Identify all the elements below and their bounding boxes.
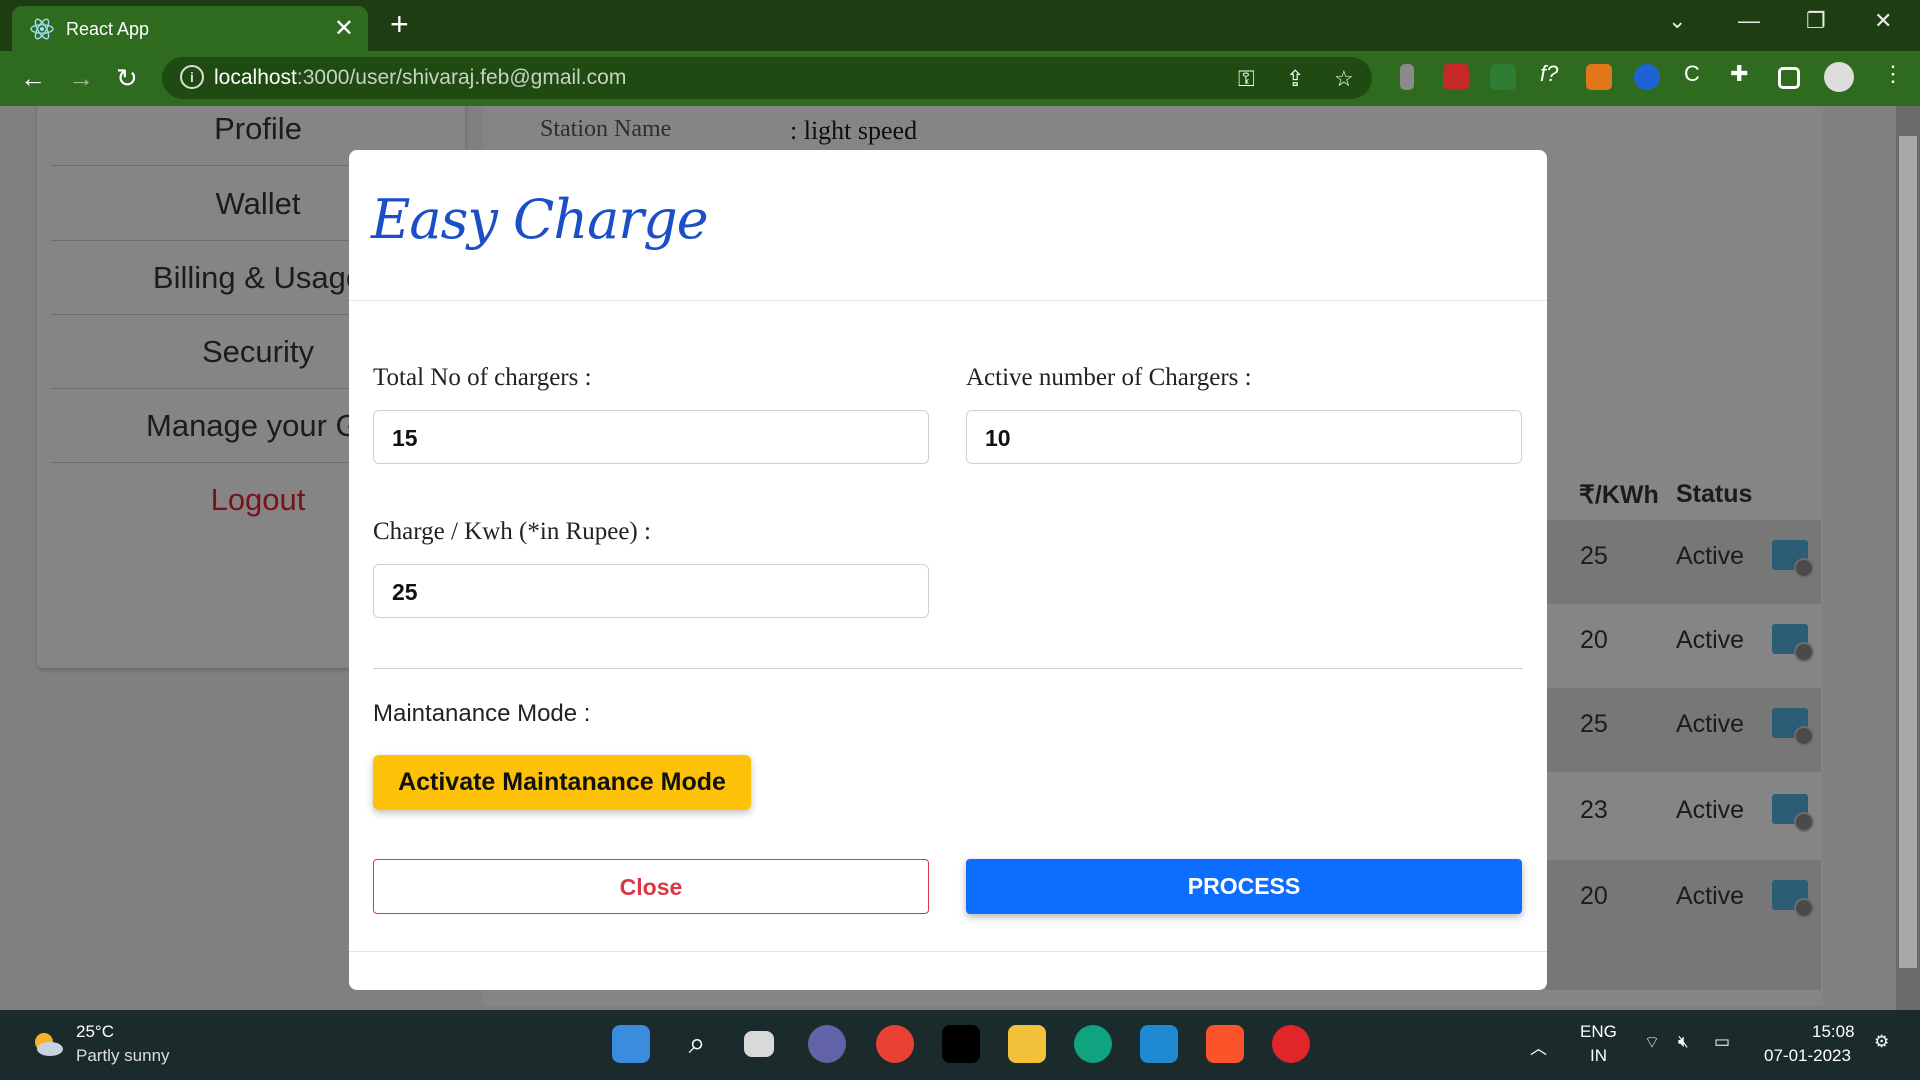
tab-title: React App: [66, 19, 150, 39]
extension-circle-icon[interactable]: [1634, 64, 1660, 90]
browser-tab[interactable]: React App ✕: [12, 6, 368, 51]
page-scrollbar[interactable]: [1896, 106, 1920, 1010]
terminal-icon[interactable]: [942, 1025, 980, 1063]
reload-icon[interactable]: ↻: [116, 63, 138, 94]
active-chargers-label: Active number of Chargers :: [966, 364, 1252, 391]
charge-per-kwh-label: Charge / Kwh (*in Rupee) :: [373, 518, 651, 545]
partly-sunny-icon[interactable]: [30, 1030, 64, 1058]
status-cell: Active: [1676, 796, 1745, 824]
show-hidden-icons-icon[interactable]: ︿: [1530, 1034, 1547, 1059]
table-row: 20 Active: [1546, 860, 1821, 990]
task-view-icon[interactable]: [744, 1031, 774, 1057]
total-chargers-input[interactable]: 15: [373, 410, 929, 464]
station-name-label: Station Name: [540, 116, 672, 142]
restore-icon[interactable]: ❐: [1806, 8, 1826, 34]
brand-logo: Easy Charge: [371, 188, 709, 251]
table-row: 25 Active: [1546, 688, 1821, 772]
table-row: 25 Active: [1546, 520, 1821, 604]
charge-per-kwh-input[interactable]: 25: [373, 564, 929, 618]
extension-2-icon[interactable]: [1443, 64, 1469, 90]
status-cell: Active: [1676, 626, 1745, 654]
wifi-icon[interactable]: ⌔: [1644, 1032, 1660, 1053]
status-cell: Active: [1676, 882, 1745, 910]
notifications-icon[interactable]: ⚙: [1874, 1032, 1889, 1052]
forward-icon[interactable]: →: [68, 63, 94, 94]
modal-header: Easy Charge: [349, 150, 1547, 301]
browser-toolbar: ← → ↻ i localhost:3000/user/shivaraj.feb…: [0, 51, 1920, 106]
status-column-header: Status: [1676, 480, 1753, 508]
browser-tab-bar: React App ✕ + ⌄ — ❐ ✕: [0, 0, 1920, 51]
rate-cell: 20: [1580, 882, 1608, 910]
windows-taskbar: 25°C Partly sunny ⌕ ︿ ENG IN ⌔ 🔇︎ ▭ 15:0…: [0, 1010, 1920, 1080]
modal-footer-divider: [349, 951, 1547, 952]
side-panel-icon[interactable]: [1778, 67, 1800, 89]
key-icon[interactable]: ⚿: [1238, 66, 1255, 92]
url-text[interactable]: localhost:3000/user/shivaraj.feb@gmail.c…: [214, 66, 626, 90]
close-button[interactable]: Close: [373, 859, 929, 914]
modal-divider: [373, 668, 1523, 669]
profile-avatar[interactable]: [1824, 62, 1854, 92]
extensions-puzzle-icon[interactable]: ✚: [1730, 61, 1748, 87]
manage-charger-icon[interactable]: [1772, 708, 1814, 746]
status-cell: Active: [1676, 710, 1745, 738]
new-tab-icon[interactable]: +: [390, 6, 409, 43]
clock-date[interactable]: 07-01-2023: [1764, 1046, 1851, 1066]
close-tab-icon[interactable]: ✕: [334, 14, 354, 43]
tab-search-icon[interactable]: ⌄: [1668, 8, 1686, 34]
language-top[interactable]: ENG: [1580, 1022, 1617, 1042]
address-bar[interactable]: i localhost:3000/user/shivaraj.feb@gmail…: [162, 57, 1372, 99]
back-icon[interactable]: ←: [20, 63, 46, 94]
vscode-icon[interactable]: [1140, 1025, 1178, 1063]
total-chargers-label: Total No of chargers :: [373, 364, 592, 391]
rate-cell: 25: [1580, 542, 1608, 570]
chatgpt-icon[interactable]: [1074, 1025, 1112, 1063]
rate-cell: 25: [1580, 710, 1608, 738]
extension-tree-icon[interactable]: [1490, 64, 1516, 90]
teams-chat-icon[interactable]: [808, 1025, 846, 1063]
table-row: 23 Active: [1546, 774, 1821, 858]
rate-cell: 20: [1580, 626, 1608, 654]
chrome-icon[interactable]: [876, 1025, 914, 1063]
weather-temperature[interactable]: 25°C: [76, 1022, 114, 1042]
site-info-icon[interactable]: i: [180, 65, 204, 89]
manage-charger-icon[interactable]: [1772, 624, 1814, 662]
minimize-icon[interactable]: —: [1738, 8, 1760, 34]
share-icon[interactable]: ⇪: [1286, 66, 1304, 92]
status-cell: Active: [1676, 542, 1745, 570]
search-icon[interactable]: ⌕: [678, 1025, 716, 1063]
table-row: 20 Active: [1546, 604, 1821, 688]
rate-column-header: ₹/KWh: [1579, 481, 1659, 509]
file-explorer-icon[interactable]: [1008, 1025, 1046, 1063]
battery-icon[interactable]: ▭: [1714, 1032, 1730, 1052]
process-button[interactable]: PROCESS: [966, 859, 1522, 914]
menu-kebab-icon[interactable]: ⋮: [1882, 61, 1904, 87]
speaker-muted-icon[interactable]: 🔇︎: [1678, 1032, 1689, 1052]
active-chargers-input[interactable]: 10: [966, 410, 1522, 464]
metamask-icon[interactable]: [1586, 64, 1612, 90]
station-edit-modal: Easy Charge Total No of chargers : 15 Ac…: [349, 150, 1547, 990]
maintenance-mode-label: Maintanance Mode :: [373, 700, 591, 727]
manage-charger-icon[interactable]: [1772, 794, 1814, 832]
station-name-value: : light speed: [790, 116, 918, 145]
brave-browser-icon[interactable]: [1206, 1025, 1244, 1063]
language-bottom[interactable]: IN: [1590, 1046, 1607, 1066]
activate-maintenance-button[interactable]: Activate Maintanance Mode: [373, 755, 751, 810]
window-close-icon[interactable]: ✕: [1874, 8, 1892, 34]
windows-start-icon[interactable]: [612, 1025, 650, 1063]
bookmark-star-icon[interactable]: ☆: [1334, 66, 1354, 92]
clock-time[interactable]: 15:08: [1812, 1022, 1855, 1042]
scrollbar-thumb[interactable]: [1899, 136, 1917, 968]
manage-charger-icon[interactable]: [1772, 540, 1814, 578]
react-logo-icon: [30, 18, 54, 40]
extension-c-icon[interactable]: C: [1684, 61, 1700, 87]
rate-cell: 23: [1580, 796, 1608, 824]
extension-1-icon[interactable]: [1400, 64, 1414, 90]
extension-fx-icon[interactable]: f?: [1540, 61, 1558, 87]
manage-charger-icon[interactable]: [1772, 880, 1814, 918]
youtube-music-icon[interactable]: [1272, 1025, 1310, 1063]
weather-condition[interactable]: Partly sunny: [76, 1046, 170, 1066]
